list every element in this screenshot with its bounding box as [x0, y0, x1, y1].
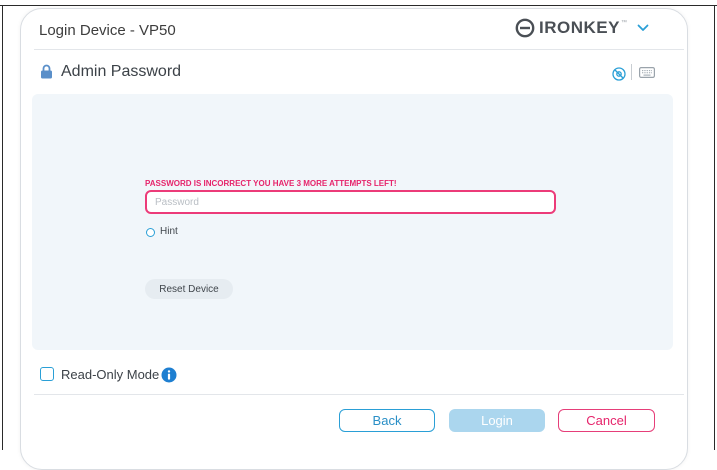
header-divider	[34, 49, 684, 50]
ironkey-logo-icon	[515, 18, 535, 38]
chevron-down-icon[interactable]	[637, 24, 649, 32]
back-button[interactable]: Back	[339, 409, 435, 432]
readonly-label[interactable]: Read-Only Mode	[61, 367, 159, 382]
frame-line-top	[0, 5, 717, 6]
readonly-checkbox[interactable]	[40, 367, 54, 381]
reset-device-button[interactable]: Reset Device	[145, 279, 233, 299]
brand-name: IRONKEY	[539, 18, 620, 37]
frame-line-left	[2, 5, 3, 450]
window-title: Login Device - VP50	[39, 22, 176, 39]
brand-menu[interactable]: IRONKEY ™	[515, 18, 649, 38]
password-input[interactable]	[145, 190, 556, 214]
hint-radio[interactable]	[146, 228, 155, 237]
cancel-button[interactable]: Cancel	[558, 409, 655, 432]
password-panel	[32, 94, 673, 350]
section-title: Admin Password	[61, 63, 182, 80]
brand-trademark: ™	[620, 20, 627, 26]
eye-slash-icon[interactable]	[612, 67, 626, 81]
lock-icon	[41, 64, 52, 79]
frame-line-right	[714, 5, 715, 450]
error-message: PASSWORD IS INCORRECT YOU HAVE 3 MORE AT…	[145, 179, 397, 188]
keyboard-icon[interactable]	[639, 67, 655, 78]
hint-label[interactable]: Hint	[160, 226, 178, 237]
footer-divider	[34, 394, 684, 395]
login-button[interactable]: Login	[449, 409, 545, 432]
toolbar-separator	[631, 64, 632, 80]
info-icon[interactable]	[161, 367, 177, 383]
